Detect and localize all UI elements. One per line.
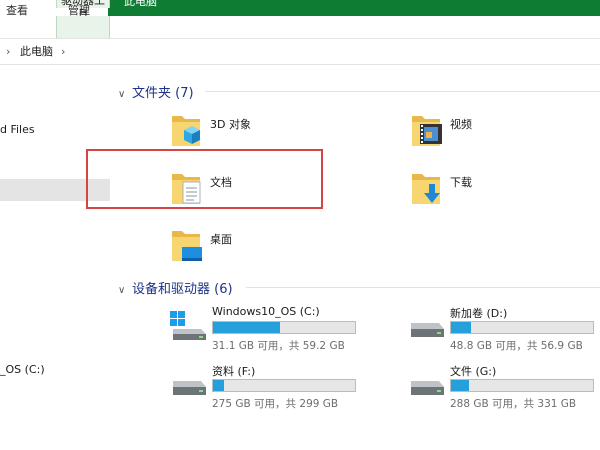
chevron-down-icon[interactable]: ∨ <box>118 285 132 296</box>
folders-section-title: 文件夹 (7) <box>132 86 194 101</box>
context-tab-strip <box>108 0 600 16</box>
capacity-bar <box>450 321 594 334</box>
drive-d[interactable]: 新加卷 (D:) 48.8 GB 可用，共 56.9 GB <box>408 305 600 355</box>
chevron-down-icon[interactable]: ∨ <box>118 89 132 100</box>
drive-name: Windows10_OS (C:) <box>212 305 320 318</box>
nav-item-os-drive[interactable]: _OS (C:) <box>0 363 45 376</box>
section-divider <box>246 287 600 288</box>
folder-label: 下载 <box>450 176 472 189</box>
downloads-folder-icon <box>412 174 440 204</box>
capacity-bar <box>212 321 356 334</box>
drive-g[interactable]: 文件 (G:) 288 GB 可用，共 331 GB <box>408 363 600 413</box>
drive-free-space: 275 GB 可用，共 299 GB <box>212 398 339 410</box>
devices-section-title: 设备和驱动器 (6) <box>132 282 233 297</box>
folder-downloads[interactable]: 下载 <box>410 168 590 214</box>
folder-label: 视频 <box>450 118 472 131</box>
folder-videos[interactable]: 视频 <box>410 110 590 156</box>
drive-f[interactable]: 资料 (F:) 275 GB 可用，共 299 GB <box>170 363 370 413</box>
documents-highlight-box <box>86 149 323 209</box>
capacity-bar-fill <box>451 322 471 333</box>
folder-label: 桌面 <box>210 233 232 246</box>
capacity-bar <box>212 379 356 392</box>
drive-free-space: 288 GB 可用，共 331 GB <box>450 398 577 410</box>
drive-name: 新加卷 (D:) <box>450 307 508 320</box>
hard-drive-icon <box>411 323 444 337</box>
tab-view[interactable]: 查看 <box>6 3 28 19</box>
breadcrumb-chevron-icon[interactable]: › <box>6 40 10 64</box>
drive-free-space: 31.1 GB 可用，共 59.2 GB <box>212 340 345 352</box>
breadcrumb-chevron-icon[interactable]: › <box>61 40 65 64</box>
drive-name: 资料 (F:) <box>212 365 256 378</box>
3d-objects-folder-icon <box>172 116 200 146</box>
window-title: 此电脑 <box>124 0 157 8</box>
nav-item-files[interactable]: d Files <box>0 123 35 136</box>
capacity-bar-fill <box>451 380 470 391</box>
videos-folder-icon <box>412 116 442 146</box>
drive-free-space: 48.8 GB 可用，共 56.9 GB <box>450 340 583 352</box>
capacity-bar <box>450 379 594 392</box>
drive-name: 文件 (G:) <box>450 365 497 378</box>
tab-manage[interactable]: 管理 <box>68 3 90 19</box>
devices-section-header[interactable]: ∨ 设备和驱动器 (6) <box>118 278 233 297</box>
section-divider <box>205 91 600 92</box>
windows-drive-icon <box>170 311 206 340</box>
address-bar[interactable]: › 此电脑 › <box>0 40 600 65</box>
drive-c[interactable]: Windows10_OS (C:) 31.1 GB 可用，共 59.2 GB <box>170 305 370 355</box>
hard-drive-icon <box>411 381 444 395</box>
tab-manage-highlight <box>56 16 110 38</box>
breadcrumb-this-pc[interactable]: 此电脑 <box>20 40 53 64</box>
capacity-bar-fill <box>213 380 225 391</box>
desktop-folder-icon <box>172 231 202 261</box>
capacity-bar-fill <box>213 322 280 333</box>
folders-section-header[interactable]: ∨ 文件夹 (7) <box>118 82 194 101</box>
folder-desktop[interactable]: 桌面 <box>170 225 350 271</box>
folder-label: 3D 对象 <box>210 118 251 131</box>
hard-drive-icon <box>173 381 206 395</box>
